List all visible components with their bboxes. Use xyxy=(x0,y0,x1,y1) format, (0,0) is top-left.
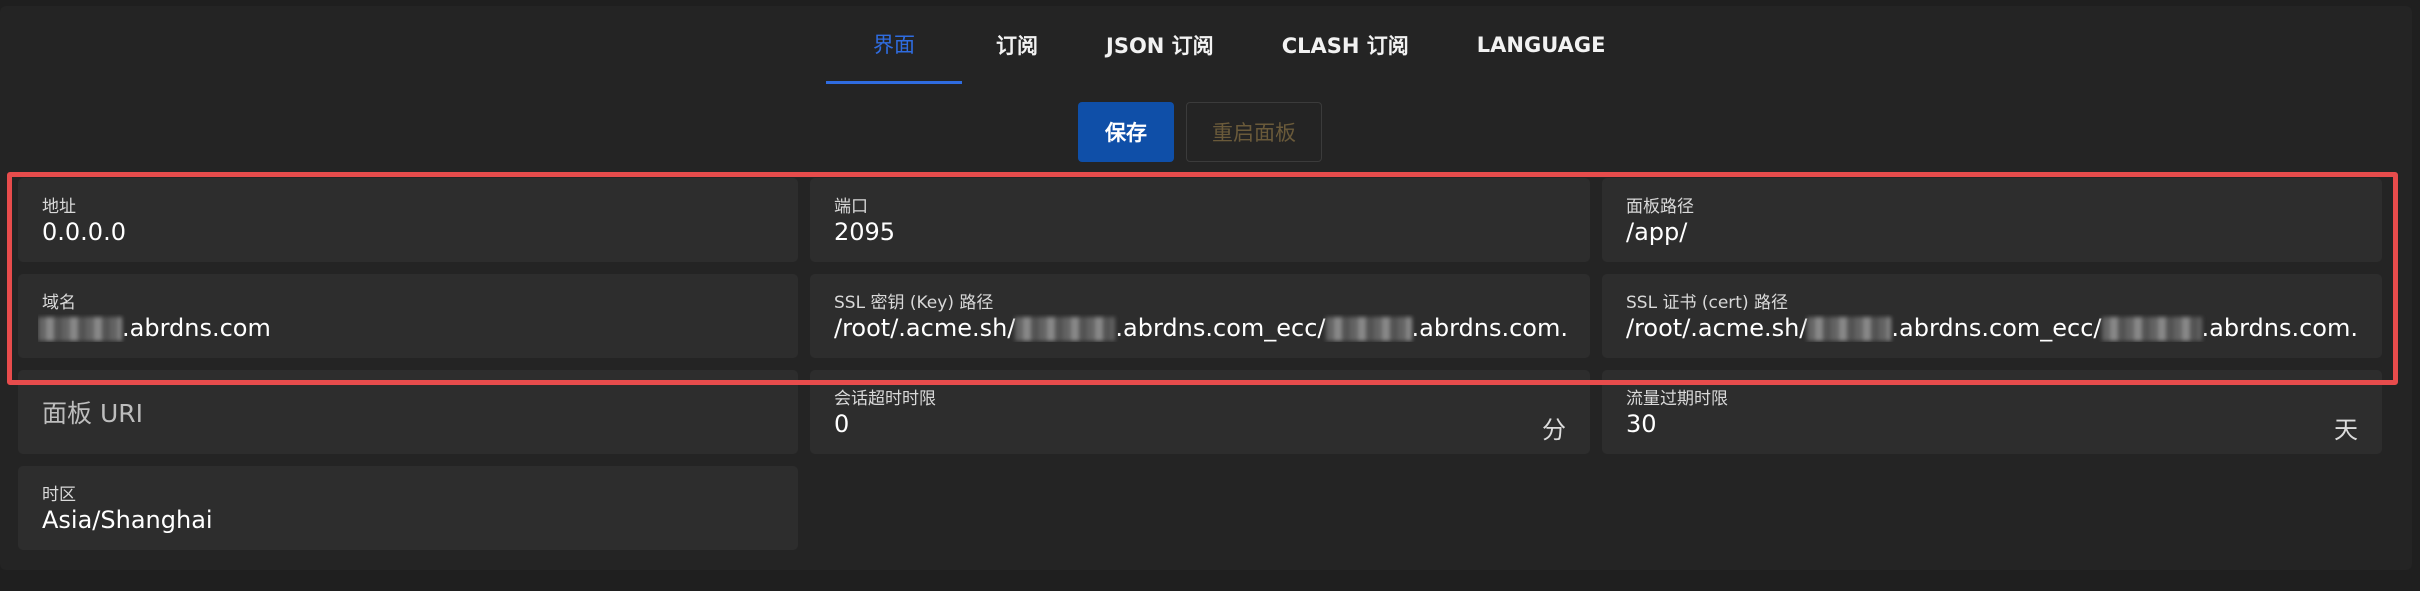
tab-interface[interactable]: 界面 xyxy=(826,6,962,84)
ssl-key-path-part: .abrdns.com_ecc/ xyxy=(1115,314,1326,342)
tab-json-subscription[interactable]: JSON 订阅 xyxy=(1072,6,1248,84)
ssl-cert-path-label: SSL 证书 (cert) 路径 xyxy=(1626,293,1788,313)
domain-value-suffix: .abrdns.com xyxy=(122,314,271,342)
port-label: 端口 xyxy=(834,197,868,217)
traffic-expire-field[interactable]: 流量过期时限 30 天 xyxy=(1602,370,2382,454)
session-timeout-unit: 分 xyxy=(1542,416,1566,444)
domain-input[interactable]: .abrdns.com xyxy=(38,314,774,342)
session-timeout-label: 会话超时时限 xyxy=(834,389,936,409)
address-field[interactable]: 地址 0.0.0.0 xyxy=(18,178,798,262)
redacted-text xyxy=(1807,317,1892,341)
ssl-cert-path-part: .abrdns.com_ecc/ xyxy=(1891,314,2102,342)
port-field[interactable]: 端口 2095 xyxy=(810,178,1590,262)
tab-clash-subscription[interactable]: CLASH 订阅 xyxy=(1248,6,1443,84)
timezone-label: 时区 xyxy=(42,485,76,505)
settings-panel: 界面 订阅 JSON 订阅 CLASH 订阅 LANGUAGE 保存 重启面板 … xyxy=(0,6,2412,570)
ssl-key-path-input[interactable]: /root/.acme.sh/ .abrdns.com_ecc/ .abrdns.c… xyxy=(834,314,1566,342)
port-input[interactable]: 2095 xyxy=(834,218,1566,246)
save-button[interactable]: 保存 xyxy=(1078,102,1174,162)
address-input[interactable]: 0.0.0.0 xyxy=(42,218,774,246)
base-path-label: 面板路径 xyxy=(1626,197,1694,217)
domain-field[interactable]: 域名 .abrdns.com xyxy=(18,274,798,358)
ssl-key-path-part: .abrdns.com.ke xyxy=(1411,314,1567,342)
ssl-cert-path-part: .abrdns.com.ce xyxy=(2201,314,2359,342)
redacted-text xyxy=(1015,317,1116,341)
address-label: 地址 xyxy=(42,197,76,217)
ssl-key-path-label: SSL 密钥 (Key) 路径 xyxy=(834,293,994,313)
base-path-field[interactable]: 面板路径 /app/ xyxy=(1602,178,2382,262)
traffic-expire-label: 流量过期时限 xyxy=(1626,389,1728,409)
redacted-text xyxy=(1325,317,1412,341)
traffic-expire-unit: 天 xyxy=(2334,416,2358,444)
tab-language[interactable]: LANGUAGE xyxy=(1443,6,1640,84)
session-timeout-field[interactable]: 会话超时时限 0 分 xyxy=(810,370,1590,454)
settings-tabs: 界面 订阅 JSON 订阅 CLASH 订阅 LANGUAGE xyxy=(826,6,1639,84)
domain-label: 域名 xyxy=(42,293,76,313)
base-path-input[interactable]: /app/ xyxy=(1626,218,2358,246)
ssl-cert-path-field[interactable]: SSL 证书 (cert) 路径 /root/.acme.sh/ .abrdns.… xyxy=(1602,274,2382,358)
timezone-field[interactable]: 时区 Asia/Shanghai xyxy=(18,466,798,550)
session-timeout-input[interactable]: 0 xyxy=(834,410,1520,438)
panel-uri-field[interactable]: 面板 URI xyxy=(18,370,798,454)
tab-subscription[interactable]: 订阅 xyxy=(962,6,1072,84)
ssl-cert-path-input[interactable]: /root/.acme.sh/ .abrdns.com_ecc/ .abrdns.c… xyxy=(1626,314,2358,342)
traffic-expire-input[interactable]: 30 xyxy=(1626,410,2312,438)
redacted-text xyxy=(2101,317,2202,341)
ssl-key-path-field[interactable]: SSL 密钥 (Key) 路径 /root/.acme.sh/ .abrdns.c… xyxy=(810,274,1590,358)
redacted-text xyxy=(38,317,122,341)
restart-panel-button[interactable]: 重启面板 xyxy=(1186,102,1322,162)
panel-uri-placeholder: 面板 URI xyxy=(42,399,143,428)
timezone-input[interactable]: Asia/Shanghai xyxy=(42,506,774,534)
ssl-key-path-part: /root/.acme.sh/ xyxy=(834,314,1016,342)
ssl-cert-path-part: /root/.acme.sh/ xyxy=(1626,314,1808,342)
